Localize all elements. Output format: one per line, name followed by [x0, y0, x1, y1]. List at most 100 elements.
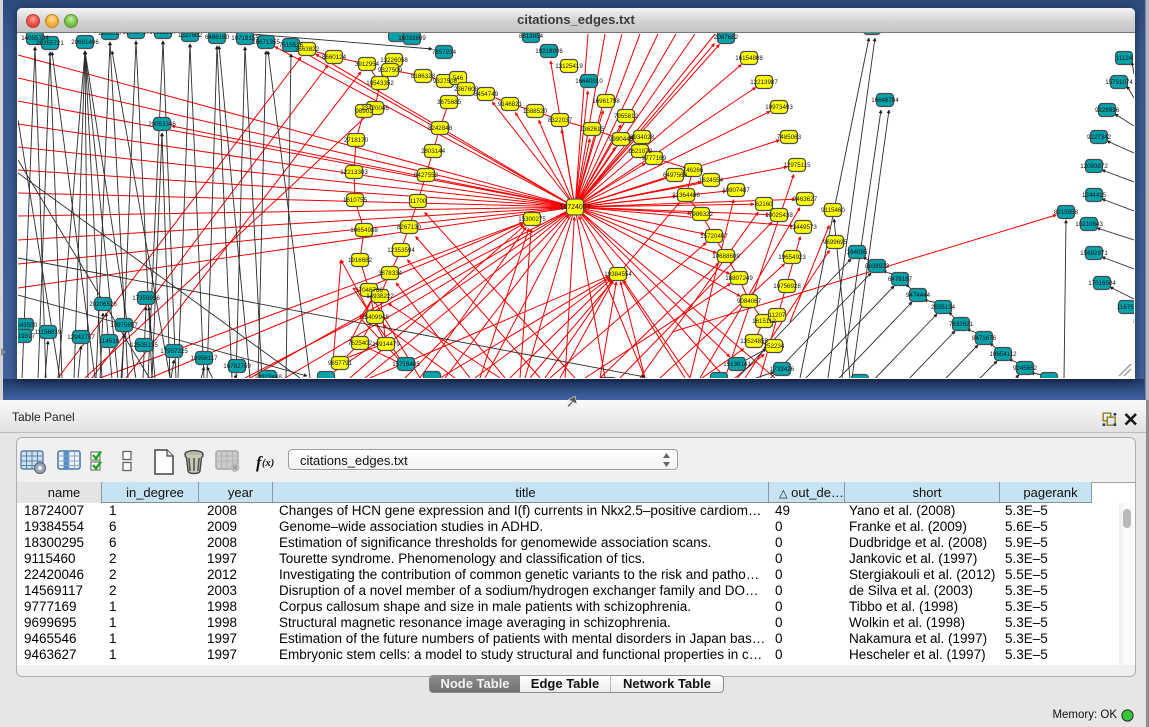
svg-text:15409948: 15409948	[361, 314, 389, 321]
svg-text:2718170: 2718170	[344, 137, 369, 144]
svg-text:20691406: 20691406	[71, 39, 99, 46]
svg-text:12213303: 12213303	[340, 169, 368, 176]
svg-text:16671355: 16671355	[252, 39, 280, 46]
svg-text:15692971: 15692971	[1080, 250, 1108, 257]
svg-text:17359926: 17359926	[132, 295, 160, 302]
svg-text:1610755: 1610755	[343, 197, 368, 204]
svg-text:21364486: 21364486	[672, 192, 700, 199]
svg-text:17957225: 17957225	[160, 348, 188, 355]
svg-text:19218906: 19218906	[535, 48, 563, 55]
svg-text:12923448: 12923448	[254, 374, 282, 378]
svg-text:9777169: 9777169	[642, 155, 667, 162]
svg-text:10025438: 10025438	[765, 212, 793, 219]
svg-text:20355721: 20355721	[36, 40, 64, 47]
svg-text:1615112: 1615112	[752, 318, 776, 325]
svg-text:98901: 98901	[355, 108, 373, 115]
svg-text:3675685: 3675685	[437, 99, 462, 106]
svg-text:2087682: 2087682	[714, 34, 739, 41]
svg-text:1621072: 1621072	[628, 148, 653, 155]
svg-text:14914479: 14914479	[372, 341, 400, 348]
svg-text:7857224: 7857224	[432, 49, 457, 56]
svg-text:15300275: 15300275	[518, 216, 546, 223]
svg-text:9463627: 9463627	[793, 196, 818, 203]
svg-text:8471676: 8471676	[972, 335, 997, 342]
svg-text:164095: 164095	[847, 249, 868, 256]
svg-text:10807487: 10807487	[722, 187, 750, 194]
svg-text:62160: 62160	[755, 201, 773, 208]
svg-text:15720407: 15720407	[700, 233, 728, 240]
svg-text:10958117: 10958117	[190, 355, 218, 362]
svg-text:19654923: 19654923	[778, 254, 806, 261]
svg-text:3878334: 3878334	[378, 270, 403, 277]
svg-text:19058717: 19058717	[122, 33, 150, 36]
svg-text:9657791: 9657791	[328, 360, 353, 367]
svg-text:546: 546	[453, 75, 464, 82]
svg-text:9474444: 9474444	[906, 292, 931, 299]
svg-text:1733426: 1733426	[770, 366, 795, 373]
svg-text:1244415: 1244415	[1082, 192, 1107, 199]
svg-text:12975115: 12975115	[783, 162, 811, 169]
svg-text:10756928: 10756928	[773, 283, 801, 290]
svg-text:20053346: 20053346	[148, 121, 176, 128]
svg-text:15751074: 15751074	[1105, 79, 1133, 86]
svg-text:6466160: 6466160	[205, 34, 230, 41]
svg-text:15716485: 15716485	[392, 361, 420, 368]
svg-text:8322037: 8322037	[548, 117, 573, 124]
svg-text:9245652: 9245652	[1013, 365, 1038, 372]
svg-text:16033809: 16033809	[398, 35, 426, 42]
svg-text:11124: 11124	[1116, 55, 1133, 62]
svg-text:8938923: 8938923	[865, 263, 890, 270]
svg-text:3919317: 3919317	[18, 333, 36, 340]
svg-text:11207: 11207	[769, 312, 786, 319]
svg-text:116753: 116753	[1117, 304, 1134, 311]
svg-text:12942757: 12942757	[67, 334, 95, 341]
svg-text:252234: 252234	[764, 343, 785, 350]
svg-text:3912954: 3912954	[355, 61, 380, 68]
svg-text:17016504: 17016504	[1088, 280, 1116, 287]
svg-text:9084067: 9084067	[737, 298, 762, 305]
svg-text:10654112: 10654112	[989, 351, 1017, 358]
svg-text:9327509: 9327509	[378, 67, 403, 74]
svg-text:8215958: 8215958	[1054, 209, 1079, 216]
svg-text:13449573: 13449573	[789, 224, 817, 231]
svg-text:8242848: 8242848	[428, 125, 453, 132]
svg-text:10688609: 10688609	[712, 253, 740, 260]
svg-text:8186328: 8186328	[411, 73, 436, 80]
svg-text:18807249: 18807249	[725, 275, 753, 282]
svg-text:18724007: 18724007	[559, 204, 590, 211]
svg-text:12213987: 12213987	[750, 79, 778, 86]
svg-text:9329996: 9329996	[1095, 107, 1120, 114]
svg-text:1916682: 1916682	[348, 257, 373, 264]
svg-text:1588520: 1588520	[523, 108, 548, 115]
svg-text:7663822: 7663822	[295, 46, 320, 53]
svg-text:16640910: 16640910	[575, 78, 603, 85]
svg-text:9699695: 9699695	[823, 239, 848, 246]
svg-text:16648784: 16648784	[871, 97, 899, 104]
svg-text:6479197: 6479197	[888, 276, 913, 283]
svg-text:(x): (x)	[262, 458, 274, 469]
svg-text:11700: 11700	[410, 198, 427, 205]
svg-text:10973493: 10973493	[765, 104, 793, 111]
svg-text:7625402: 7625402	[348, 340, 373, 347]
svg-text:2935134: 2935134	[931, 304, 956, 311]
svg-text:8660124: 8660124	[322, 54, 347, 61]
svg-text:10543352: 10543352	[366, 80, 394, 87]
svg-text:6497568: 6497568	[663, 172, 688, 179]
svg-text:1327602: 1327602	[178, 33, 203, 39]
svg-text:7955812: 7955812	[614, 113, 639, 120]
svg-text:7986322: 7986322	[689, 211, 714, 218]
svg-text:16154808: 16154808	[735, 55, 763, 62]
svg-text:12093872: 12093872	[1080, 163, 1108, 170]
svg-text:1362615: 1362615	[580, 126, 605, 133]
svg-text:10653287: 10653287	[149, 33, 177, 36]
svg-text:11156819: 11156819	[35, 329, 62, 336]
svg-text:8267130: 8267130	[397, 224, 422, 231]
svg-text:1643500: 1643500	[18, 322, 38, 329]
svg-text:10210643: 10210643	[1075, 221, 1103, 228]
svg-text:20206526: 20206526	[89, 301, 117, 308]
svg-text:114519: 114519	[99, 338, 120, 345]
svg-text:14938222: 14938222	[366, 293, 394, 300]
svg-text:13226058: 13226058	[380, 57, 408, 64]
svg-text:12353594: 12353594	[387, 247, 415, 254]
svg-text:6934028: 6934028	[630, 134, 655, 141]
